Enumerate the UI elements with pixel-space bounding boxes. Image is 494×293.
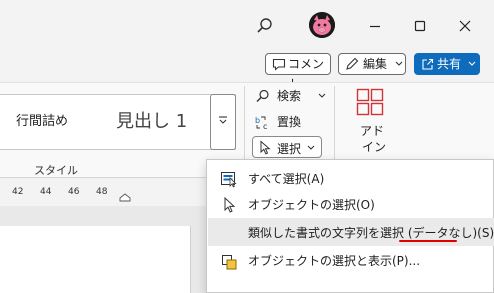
select-label: 選択 xyxy=(277,142,302,156)
menu-item-label: オブジェクトの選択と表示(P)... xyxy=(248,254,421,268)
pencil-icon xyxy=(346,57,359,70)
select-all-icon xyxy=(220,170,238,188)
selection-pane-icon xyxy=(220,252,238,270)
menu-item-label: 類似した書式の文字列を選択 (データなし)(S) xyxy=(248,226,494,240)
close-icon[interactable] xyxy=(453,14,477,38)
share-icon xyxy=(422,58,434,70)
addins-icon xyxy=(356,88,384,116)
document-page[interactable] xyxy=(0,226,191,293)
addins-label-line1: アド xyxy=(360,124,385,138)
avatar[interactable] xyxy=(309,12,335,38)
addins-label-line2: イン xyxy=(362,140,387,154)
style-no-spacing[interactable]: 行間詰め xyxy=(16,95,68,149)
select-dropdown-menu: すべて選択(A) オブジェクトの選択(O) 類似した書式の文字列を選択 (データ… xyxy=(206,159,494,293)
chevron-down-icon xyxy=(307,145,315,150)
more-down-icon xyxy=(219,116,227,124)
edit-mode-button[interactable]: 編集 xyxy=(338,53,406,75)
menu-item-select-all[interactable]: すべて選択(A) xyxy=(208,164,494,192)
share-button[interactable]: 共有 xyxy=(414,53,480,75)
style-heading-1[interactable]: 見出し 1 xyxy=(116,95,187,149)
edit-mode-label: 編集 xyxy=(363,57,388,71)
share-label: 共有 xyxy=(437,57,462,71)
replace-label: 置換 xyxy=(277,115,302,129)
ruler-tick: 44 xyxy=(40,187,52,197)
indent-marker-icon[interactable] xyxy=(119,193,131,202)
addins-button[interactable]: アド イン xyxy=(350,86,392,156)
svg-text:b: b xyxy=(255,116,260,125)
comment-icon xyxy=(272,58,286,71)
menu-item-selection-pane[interactable]: オブジェクトの選択と表示(P)... xyxy=(208,246,494,274)
ruler: 42 44 46 48 xyxy=(0,178,206,204)
divider xyxy=(244,86,245,170)
menu-item-label: オブジェクトの選択(O) xyxy=(248,198,375,212)
replace-icon: bc xyxy=(255,114,271,131)
maximize-icon[interactable] xyxy=(408,14,432,38)
comment-button[interactable]: コメント xyxy=(265,53,331,91)
divider xyxy=(334,86,335,170)
pointer-icon xyxy=(220,196,238,214)
ruler-tick: 42 xyxy=(12,187,24,197)
search-icon xyxy=(255,88,271,104)
red-underline-annotation xyxy=(399,240,457,242)
search-icon[interactable] xyxy=(253,14,277,38)
chevron-down-icon xyxy=(318,93,326,98)
styles-group-label: スタイル xyxy=(34,164,78,177)
select-button[interactable]: 選択 xyxy=(252,136,322,158)
title-bar xyxy=(0,0,494,52)
styles-more-button[interactable] xyxy=(210,94,236,150)
ruler-tick: 46 xyxy=(68,187,80,197)
ruler-tick: 48 xyxy=(96,187,108,197)
chevron-down-icon xyxy=(395,61,403,66)
chevron-down-icon xyxy=(468,61,476,66)
menu-item-select-objects[interactable]: オブジェクトの選択(O) xyxy=(208,190,494,218)
menu-item-label: すべて選択(A) xyxy=(248,172,325,186)
minimize-icon[interactable] xyxy=(363,14,387,38)
pointer-icon xyxy=(260,140,271,155)
styles-gallery: 行間詰め 見出し 1 xyxy=(0,94,236,150)
find-label: 検索 xyxy=(277,89,302,103)
svg-text:c: c xyxy=(263,122,267,130)
